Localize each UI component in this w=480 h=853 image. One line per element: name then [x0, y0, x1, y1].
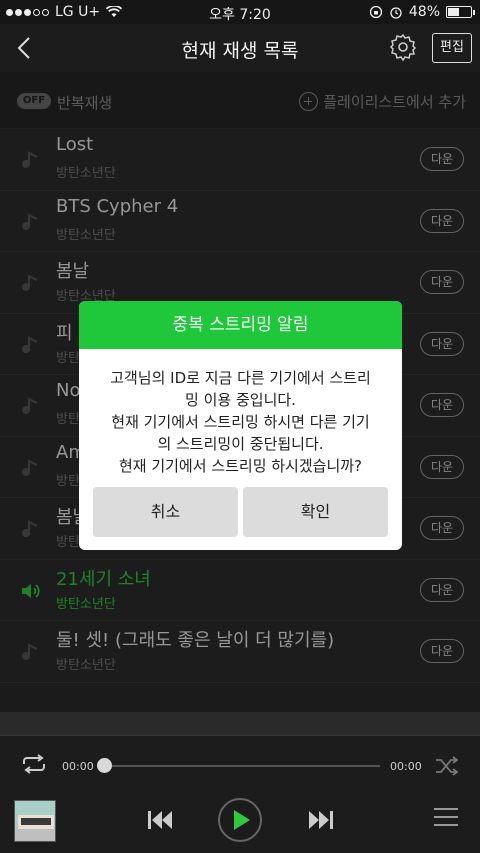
- play-button[interactable]: [218, 798, 262, 842]
- battery-percent: 48%: [408, 4, 440, 20]
- repeat-icon[interactable]: [20, 753, 48, 775]
- seek-thumb[interactable]: [97, 758, 112, 773]
- dialog-message-line: 현재 기기에서 스트리밍 하시면 다른 기기: [111, 413, 370, 431]
- dialog-title: 중복 스트리밍 알림: [79, 301, 402, 349]
- status-bar: LG U+ 오후 7:20 48%: [0, 0, 480, 24]
- dialog-message-line: 고객님의 ID로 지금 다른 기기에서 스트리: [110, 369, 371, 387]
- album-art[interactable]: [14, 800, 56, 842]
- dialog-message-line: 밍 이용 중입니다.: [185, 391, 296, 409]
- dialog-message: 고객님의 ID로 지금 다른 기기에서 스트리 밍 이용 중입니다. 현재 기기…: [79, 349, 402, 477]
- play-icon: [234, 810, 250, 830]
- skip-next-icon[interactable]: [306, 805, 336, 835]
- battery-icon: [446, 6, 475, 18]
- cancel-button[interactable]: 취소: [93, 487, 238, 537]
- total-time: 00:00: [390, 760, 422, 773]
- elapsed-time: 00:00: [62, 760, 94, 773]
- mini-player: 00:00 00:00: [0, 735, 480, 853]
- rotation-lock-icon: [369, 5, 383, 19]
- status-right: 48%: [369, 4, 475, 20]
- dialog-message-line: 현재 기기에서 스트리밍 하시겠습니까?: [118, 457, 363, 475]
- gear-icon[interactable]: [388, 32, 418, 62]
- duplicate-streaming-dialog: 중복 스트리밍 알림 고객님의 ID로 지금 다른 기기에서 스트리 밍 이용 …: [79, 301, 402, 550]
- shuffle-icon[interactable]: [434, 755, 460, 777]
- dialog-buttons: 취소 확인: [93, 487, 388, 537]
- alarm-icon: [390, 7, 402, 19]
- seek-bar[interactable]: [104, 765, 380, 767]
- menu-icon[interactable]: [434, 808, 458, 830]
- skip-previous-icon[interactable]: [145, 805, 175, 835]
- nav-bar: 현재 재생 목록 편집: [0, 24, 480, 72]
- confirm-button[interactable]: 확인: [243, 487, 388, 537]
- dialog-message-line: 의 스트리밍이 중단됩니다.: [157, 435, 324, 453]
- edit-button[interactable]: 편집: [432, 33, 472, 63]
